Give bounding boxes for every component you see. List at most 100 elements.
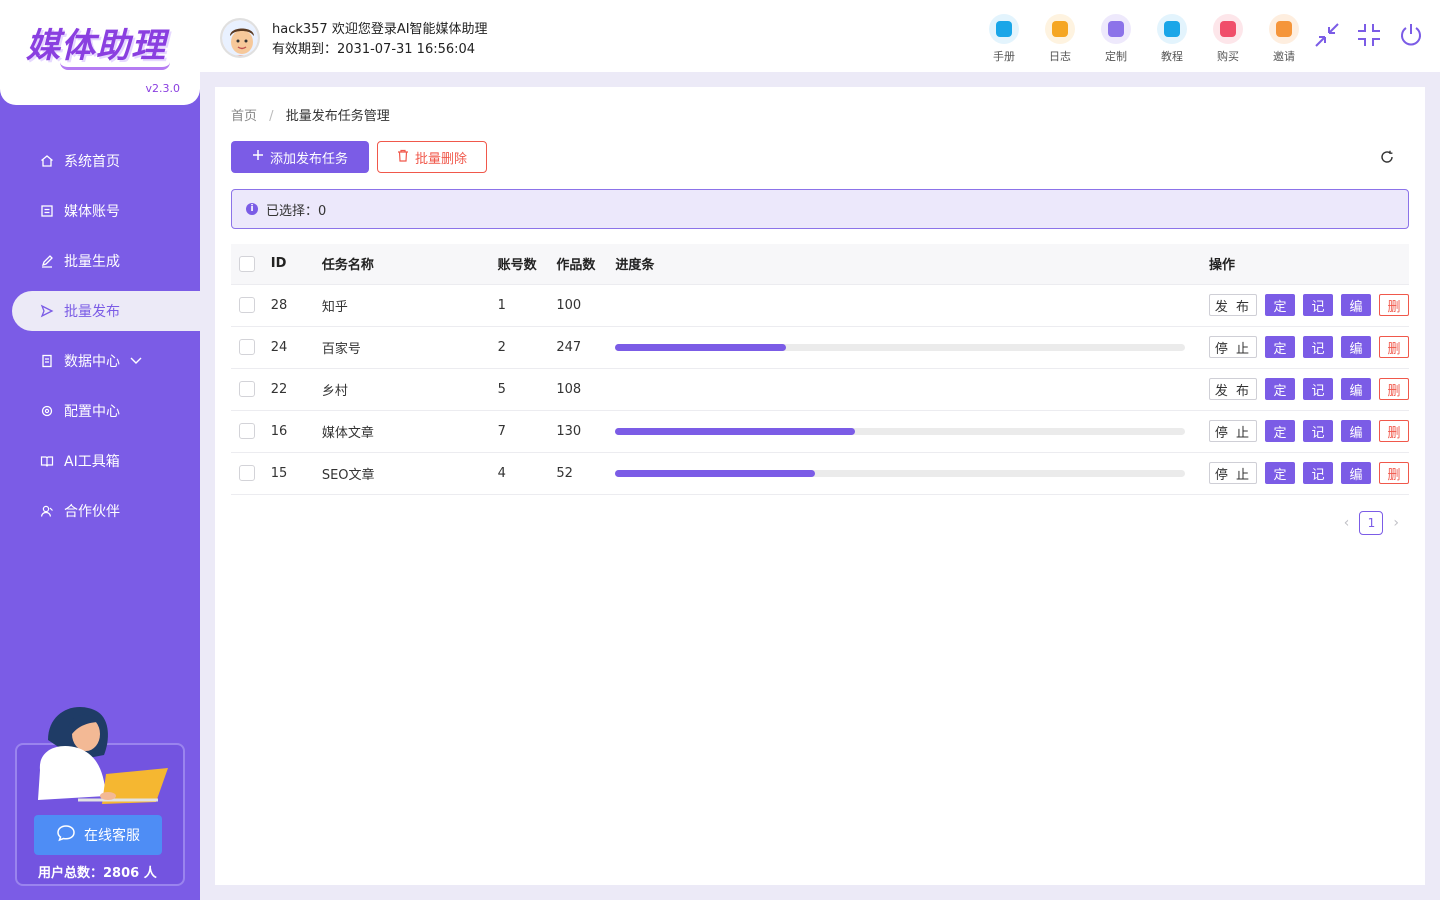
sidebar-item-partners[interactable]: 合作伙伴 xyxy=(0,491,200,531)
edit-button[interactable]: 编 xyxy=(1340,336,1371,358)
select-all-checkbox[interactable] xyxy=(239,255,255,272)
cell-ops: 停 止定记编删 xyxy=(1208,410,1409,453)
cell-accounts: 7 xyxy=(497,410,557,453)
progress-track xyxy=(615,427,1186,435)
cell-progress xyxy=(615,368,1209,411)
batch-delete-button[interactable]: 批量删除 xyxy=(377,141,487,173)
tool-buy[interactable]: 购买 xyxy=(1200,14,1256,64)
table-header-row: ID 任务名称 账号数 作品数 进度条 操作 xyxy=(231,244,1409,285)
expiry-text: 有效期到：2031-07-31 16:56:04 xyxy=(272,42,476,57)
log-button[interactable]: 记 xyxy=(1302,378,1333,400)
tool-label: 教程 xyxy=(1161,50,1183,63)
logo-swoosh xyxy=(60,62,170,70)
collapse-icon[interactable] xyxy=(1354,20,1384,50)
cell-ops: 停 止定记编删 xyxy=(1208,452,1409,495)
app-logo[interactable]: 媒体助理 xyxy=(26,18,166,67)
cell-accounts: 1 xyxy=(497,284,557,327)
cell-ops: 发 布定记编删 xyxy=(1208,368,1409,411)
online-service-label: 在线客服 xyxy=(84,828,140,844)
tool-invite[interactable]: 邀请 xyxy=(1256,14,1312,64)
publish-toggle-button[interactable]: 发 布 xyxy=(1208,294,1257,316)
sidebar-nav: 系统首页 媒体账号 批量生成 批量发布 数据中心 配置中心 AI工具箱 合作伙伴 xyxy=(0,141,200,541)
prev-page-button[interactable]: ‹ xyxy=(1344,515,1350,531)
edit-button[interactable]: 编 xyxy=(1340,378,1371,400)
schedule-button[interactable]: 定 xyxy=(1264,378,1295,400)
next-page-button[interactable]: › xyxy=(1393,515,1399,531)
cell-progress xyxy=(615,284,1209,327)
progress-track xyxy=(615,343,1186,351)
tutorial-icon xyxy=(1157,14,1187,44)
row-actions: 发 布定记编删 xyxy=(1208,378,1409,400)
delete-button[interactable]: 删 xyxy=(1378,420,1409,442)
trash-icon xyxy=(397,149,409,166)
delete-button[interactable]: 删 xyxy=(1378,462,1409,484)
edit-button[interactable]: 编 xyxy=(1340,294,1371,316)
sidebar-item-publish[interactable]: 批量发布 xyxy=(12,291,200,331)
cell-accounts: 2 xyxy=(497,326,557,369)
power-icon[interactable] xyxy=(1396,20,1426,50)
progress-track xyxy=(615,469,1186,477)
sidebar-item-data-center[interactable]: 数据中心 xyxy=(0,341,200,381)
selection-count: 已选择：0 xyxy=(266,203,327,219)
row-checkbox[interactable] xyxy=(239,339,255,355)
header-accounts[interactable]: 账号数 xyxy=(497,244,557,285)
row-checkbox[interactable] xyxy=(239,423,255,439)
schedule-button[interactable]: 定 xyxy=(1264,336,1295,358)
online-service-button[interactable]: 在线客服 xyxy=(34,815,162,855)
tool-label: 定制 xyxy=(1105,50,1127,63)
log-button[interactable]: 记 xyxy=(1302,294,1333,316)
delete-button[interactable]: 删 xyxy=(1378,294,1409,316)
sidebar-item-ai-toolbox[interactable]: AI工具箱 xyxy=(0,441,200,481)
tool-custom[interactable]: 定制 xyxy=(1088,14,1144,64)
cell-works: 130 xyxy=(556,410,616,453)
cell-ops: 停 止定记编删 xyxy=(1208,326,1409,369)
schedule-button[interactable]: 定 xyxy=(1264,294,1295,316)
delete-button[interactable]: 删 xyxy=(1378,336,1409,358)
breadcrumb-home[interactable]: 首页 xyxy=(231,109,257,124)
minimize-icon[interactable] xyxy=(1312,20,1342,50)
log-button[interactable]: 记 xyxy=(1302,336,1333,358)
sidebar-item-accounts[interactable]: 媒体账号 xyxy=(0,191,200,231)
buy-icon xyxy=(1213,14,1243,44)
header-id[interactable]: ID xyxy=(262,244,322,285)
top-header: hack357 欢迎您登录AI智能媒体助理 有效期到：2031-07-31 16… xyxy=(200,0,1440,72)
sidebar-item-home[interactable]: 系统首页 xyxy=(0,141,200,181)
schedule-button[interactable]: 定 xyxy=(1264,420,1295,442)
edit-button[interactable]: 编 xyxy=(1340,420,1371,442)
tool-tutorial[interactable]: 教程 xyxy=(1144,14,1200,64)
refresh-icon[interactable] xyxy=(1377,147,1397,167)
edit-button[interactable]: 编 xyxy=(1340,462,1371,484)
add-task-button[interactable]: 添加发布任务 xyxy=(231,141,369,173)
cell-accounts: 4 xyxy=(497,452,557,495)
delete-button[interactable]: 删 xyxy=(1378,378,1409,400)
sidebar-item-config[interactable]: 配置中心 xyxy=(0,391,200,431)
cell-accounts: 5 xyxy=(497,368,557,411)
row-select-cell xyxy=(231,368,263,411)
row-checkbox[interactable] xyxy=(239,465,255,481)
row-checkbox[interactable] xyxy=(239,297,255,313)
cell-name: 乡村 xyxy=(321,368,498,411)
page-button-current[interactable]: 1 xyxy=(1359,511,1384,535)
tool-log[interactable]: 日志 xyxy=(1032,14,1088,64)
row-select-cell xyxy=(231,284,263,327)
sidebar-item-label: 批量生成 xyxy=(64,254,120,270)
publish-toggle-button[interactable]: 发 布 xyxy=(1208,378,1257,400)
header-works[interactable]: 作品数 xyxy=(556,244,616,285)
log-button[interactable]: 记 xyxy=(1302,420,1333,442)
publish-toggle-button[interactable]: 停 止 xyxy=(1208,462,1257,484)
cell-works: 52 xyxy=(556,452,616,495)
table-row: 15 SEO文章 4 52 停 止定记编删 xyxy=(231,452,1409,495)
header-name[interactable]: 任务名称 xyxy=(321,244,498,285)
sidebar-item-generate[interactable]: 批量生成 xyxy=(0,241,200,281)
publish-toggle-button[interactable]: 停 止 xyxy=(1208,336,1257,358)
avatar[interactable] xyxy=(220,18,260,58)
cell-id: 16 xyxy=(262,410,322,453)
chevron-down-icon xyxy=(130,353,142,369)
log-button[interactable]: 记 xyxy=(1302,462,1333,484)
cell-progress xyxy=(615,452,1209,495)
row-checkbox[interactable] xyxy=(239,381,255,397)
tool-manual[interactable]: 手册 xyxy=(976,14,1032,64)
schedule-button[interactable]: 定 xyxy=(1264,462,1295,484)
publish-toggle-button[interactable]: 停 止 xyxy=(1208,420,1257,442)
manual-icon xyxy=(989,14,1019,44)
